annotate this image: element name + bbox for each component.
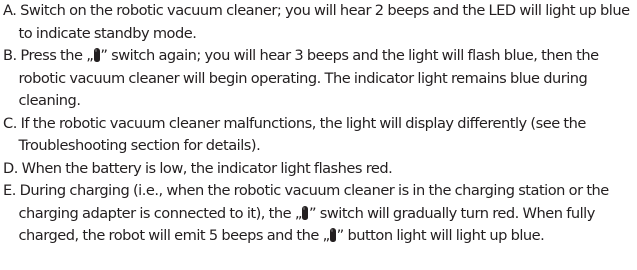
power-switch-icon (330, 228, 337, 242)
item-text: When the battery is low, the indicator l… (21, 159, 393, 177)
item-marker: C. (3, 114, 17, 132)
instruction-item-e: E. During charging (i.e., when the robot… (3, 180, 635, 248)
item-text-after: ” button light will light up blue. (336, 227, 545, 244)
item-marker: D. (3, 159, 18, 177)
instruction-item-d: D. When the battery is low, the indicato… (3, 158, 635, 181)
item-marker: B. (3, 47, 17, 64)
instruction-item-b: B. Press the „” switch again; you will h… (3, 45, 635, 113)
item-text-after: ” switch again; you will hear 3 beeps an… (18, 47, 600, 109)
item-text: Switch on the robotic vacuum cleaner; yo… (18, 2, 631, 42)
instruction-item-a: A. Switch on the robotic vacuum cleaner;… (3, 0, 635, 45)
item-text-before: Press the „ (20, 47, 94, 64)
instruction-list: A. Switch on the robotic vacuum cleaner;… (3, 0, 635, 248)
power-switch-icon (302, 205, 309, 220)
instruction-item-c: C. If the robotic vacuum cleaner malfunc… (3, 113, 635, 158)
item-text: If the robotic vacuum cleaner malfunctio… (18, 114, 587, 155)
power-switch-icon (93, 48, 100, 62)
item-marker: E. (3, 182, 16, 199)
item-marker: A. (3, 2, 17, 19)
